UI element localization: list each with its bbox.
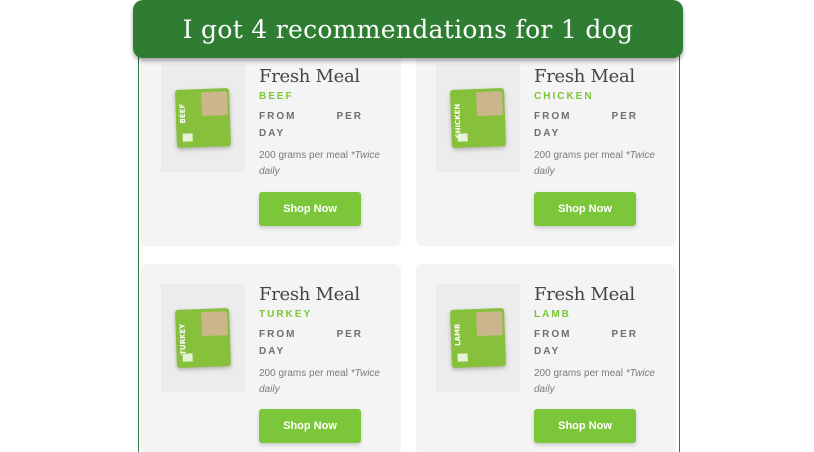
food-pack-image: BEEF	[175, 88, 231, 148]
product-image[interactable]: CHICKEN	[436, 64, 520, 172]
product-info: Fresh Meal CHICKEN FROM PER DAY 200 grams…	[534, 66, 669, 180]
portion-text: 200 grams per meal *Twice daily	[534, 366, 669, 398]
portion-text: 200 grams per meal *Twice daily	[534, 148, 669, 180]
product-info: Fresh Meal BEEF FROM PER DAY 200 grams pe…	[259, 66, 394, 180]
caption-banner: I got 4 recommendations for 1 dog	[133, 0, 683, 58]
price-day: DAY	[534, 346, 561, 357]
product-title: Fresh Meal	[534, 284, 635, 305]
product-flavor: CHICKEN	[534, 91, 594, 102]
price-from: FROM	[259, 111, 297, 122]
food-pack-image: CHICKEN	[450, 88, 506, 148]
price-from: FROM	[534, 111, 572, 122]
portion-amount: 200 grams per meal	[534, 368, 623, 379]
price-day: DAY	[534, 128, 561, 139]
portion-text: 200 grams per meal *Twice daily	[259, 148, 394, 180]
price-day: DAY	[259, 346, 286, 357]
price-per: PER	[611, 329, 639, 340]
product-image[interactable]: TURKEY	[161, 284, 245, 392]
food-pack-image: TURKEY	[175, 308, 231, 368]
product-card-chicken: CHICKEN Fresh Meal CHICKEN FROM PER DAY 2…	[416, 56, 676, 246]
price-line: FROM PER DAY	[259, 326, 394, 360]
product-image[interactable]: BEEF	[161, 64, 245, 172]
portion-text: 200 grams per meal *Twice daily	[259, 366, 394, 398]
product-info: Fresh Meal LAMB FROM PER DAY 200 grams pe…	[534, 284, 669, 398]
product-flavor: TURKEY	[259, 309, 313, 320]
price-line: FROM PER DAY	[534, 108, 669, 142]
price-per: PER	[336, 111, 364, 122]
food-pack-image: LAMB	[450, 308, 506, 368]
product-card-lamb: LAMB Fresh Meal LAMB FROM PER DAY 200 gra…	[416, 264, 676, 452]
product-card-turkey: TURKEY Fresh Meal TURKEY FROM PER DAY 200…	[141, 264, 401, 452]
price-from: FROM	[534, 329, 572, 340]
pack-label: CHICKEN	[453, 103, 463, 139]
shop-now-button[interactable]: Shop Now	[534, 192, 636, 226]
portion-amount: 200 grams per meal	[259, 368, 348, 379]
shop-now-button[interactable]: Shop Now	[259, 409, 361, 443]
price-per: PER	[611, 111, 639, 122]
portion-amount: 200 grams per meal	[534, 150, 623, 161]
price-day: DAY	[259, 128, 286, 139]
product-flavor: BEEF	[259, 91, 294, 102]
product-title: Fresh Meal	[259, 284, 360, 305]
pack-label: TURKEY	[178, 323, 188, 355]
price-per: PER	[336, 329, 364, 340]
product-title: Fresh Meal	[259, 66, 360, 87]
price-from: FROM	[259, 329, 297, 340]
pack-label: BEEF	[178, 103, 188, 124]
caption-text: I got 4 recommendations for 1 dog	[182, 14, 634, 44]
product-flavor: LAMB	[534, 309, 571, 320]
product-image[interactable]: LAMB	[436, 284, 520, 392]
price-line: FROM PER DAY	[534, 326, 669, 360]
shop-now-button[interactable]: Shop Now	[259, 192, 361, 226]
product-title: Fresh Meal	[534, 66, 635, 87]
price-line: FROM PER DAY	[259, 108, 394, 142]
portion-amount: 200 grams per meal	[259, 150, 348, 161]
shop-now-button[interactable]: Shop Now	[534, 409, 636, 443]
product-info: Fresh Meal TURKEY FROM PER DAY 200 grams …	[259, 284, 394, 398]
recommendations-panel: BEEF Fresh Meal BEEF FROM PER DAY 200 gra…	[138, 56, 680, 452]
product-card-beef: BEEF Fresh Meal BEEF FROM PER DAY 200 gra…	[141, 56, 401, 246]
pack-label: LAMB	[453, 323, 463, 347]
